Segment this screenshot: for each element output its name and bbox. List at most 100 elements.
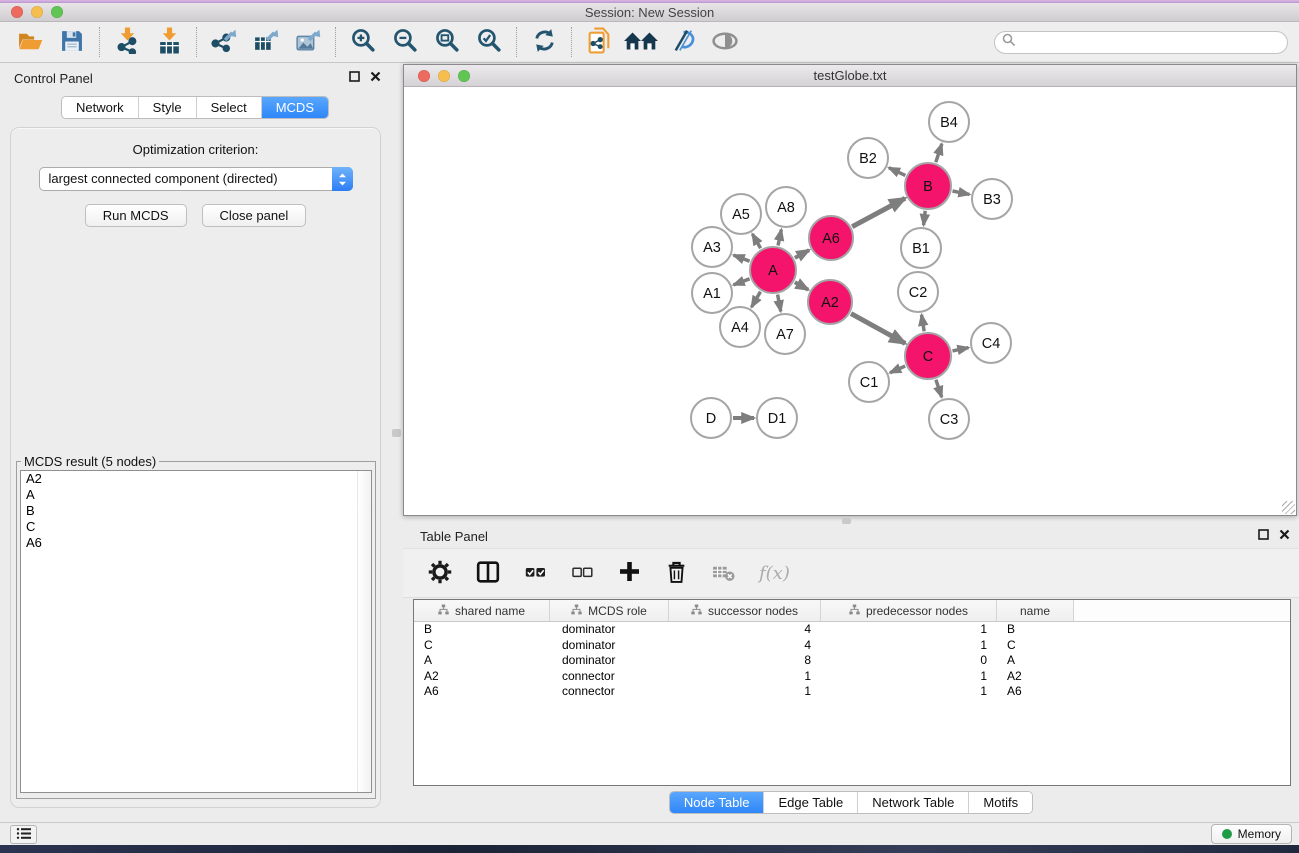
node-C3[interactable]: C3 bbox=[929, 399, 969, 439]
node-A8[interactable]: A8 bbox=[766, 187, 806, 227]
node-B3[interactable]: B3 bbox=[972, 179, 1012, 219]
vertical-splitter-handle[interactable] bbox=[392, 429, 401, 437]
tab-motifs[interactable]: Motifs bbox=[968, 792, 1032, 813]
resize-grip[interactable] bbox=[1282, 501, 1295, 514]
table-cell[interactable]: A6 bbox=[414, 684, 550, 700]
table-cell[interactable]: 0 bbox=[821, 653, 997, 669]
close-panel-button[interactable] bbox=[369, 71, 382, 84]
node-A3[interactable]: A3 bbox=[692, 227, 732, 267]
node-A1[interactable]: A1 bbox=[692, 273, 732, 313]
import-network-button[interactable] bbox=[111, 25, 143, 59]
table-row[interactable]: Adominator80A bbox=[414, 653, 1290, 669]
mcds-result-item[interactable]: C bbox=[21, 519, 371, 535]
edge-A-A4[interactable] bbox=[752, 292, 761, 307]
node-A[interactable]: A bbox=[750, 247, 796, 293]
trash-button[interactable] bbox=[665, 560, 688, 587]
edge-C-C1[interactable] bbox=[890, 366, 905, 373]
close-panel-action-button[interactable]: Close panel bbox=[202, 204, 307, 227]
edge-A-A3[interactable] bbox=[734, 255, 750, 261]
node-A4[interactable]: A4 bbox=[720, 307, 760, 347]
table-row[interactable]: Bdominator41B bbox=[414, 622, 1290, 638]
table-cell[interactable]: A2 bbox=[997, 669, 1074, 685]
table-cell[interactable]: 1 bbox=[821, 684, 997, 700]
eye-button[interactable] bbox=[709, 25, 741, 59]
column-header-shared-name[interactable]: shared name bbox=[414, 600, 550, 621]
edge-A-A2[interactable] bbox=[795, 282, 808, 290]
table-cell[interactable]: A6 bbox=[997, 684, 1074, 700]
edge-C-C3[interactable] bbox=[936, 380, 942, 397]
float-panel-button[interactable] bbox=[348, 71, 361, 84]
edge-A2-C[interactable] bbox=[851, 314, 905, 344]
gear-button[interactable] bbox=[428, 560, 452, 587]
search-field[interactable] bbox=[994, 31, 1288, 54]
edge-A-A8[interactable] bbox=[778, 230, 781, 246]
column-header-name[interactable]: name bbox=[997, 600, 1074, 621]
table-cell[interactable]: dominator bbox=[550, 622, 669, 638]
table-cell[interactable]: 1 bbox=[821, 622, 997, 638]
edge-B-B2[interactable] bbox=[889, 168, 906, 176]
table-close-button[interactable] bbox=[1278, 529, 1291, 542]
node-C[interactable]: C bbox=[905, 333, 951, 379]
node-D1[interactable]: D1 bbox=[757, 398, 797, 438]
table-cell[interactable]: dominator bbox=[550, 638, 669, 654]
node-A6[interactable]: A6 bbox=[809, 216, 853, 260]
edge-C-C4[interactable] bbox=[952, 348, 968, 351]
export-table-button[interactable] bbox=[250, 25, 282, 59]
table-cell[interactable]: 1 bbox=[669, 684, 821, 700]
open-folder-button[interactable] bbox=[14, 25, 46, 59]
checked-boxes-button[interactable] bbox=[524, 561, 547, 586]
tab-network[interactable]: Network bbox=[62, 97, 138, 118]
edge-C-C2[interactable] bbox=[922, 315, 925, 332]
export-image-button[interactable] bbox=[292, 25, 324, 59]
mcds-result-list[interactable]: A2ABCA6 bbox=[20, 470, 372, 793]
node-B2[interactable]: B2 bbox=[848, 138, 888, 178]
network-graph[interactable]: B4B2BB3B1A5A8A6A3AA1C2A2A4A7CC4C1C3DD1 bbox=[404, 87, 1296, 515]
node-B4[interactable]: B4 bbox=[929, 102, 969, 142]
table-cell[interactable]: 4 bbox=[669, 622, 821, 638]
table-cell[interactable]: 4 bbox=[669, 638, 821, 654]
search-input[interactable] bbox=[1020, 33, 1287, 52]
network-canvas[interactable]: B4B2BB3B1A5A8A6A3AA1C2A2A4A7CC4C1C3DD1 bbox=[404, 87, 1296, 515]
edge-A-A1[interactable] bbox=[734, 279, 750, 285]
edge-A6-B[interactable] bbox=[852, 198, 905, 226]
column-header-predecessor-nodes[interactable]: predecessor nodes bbox=[821, 600, 997, 621]
run-mcds-button[interactable]: Run MCDS bbox=[85, 204, 187, 227]
table-row[interactable]: A6connector11A6 bbox=[414, 684, 1290, 700]
mcds-result-item[interactable]: A2 bbox=[21, 471, 371, 487]
table-cell[interactable]: dominator bbox=[550, 653, 669, 669]
table-cell[interactable]: A bbox=[997, 653, 1074, 669]
plus-button[interactable] bbox=[618, 560, 641, 586]
edge-A-A5[interactable] bbox=[752, 234, 760, 248]
zoom-selected-button[interactable] bbox=[473, 25, 505, 59]
table-cell[interactable]: C bbox=[414, 638, 550, 654]
table-cell[interactable]: A bbox=[414, 653, 550, 669]
tab-mcds[interactable]: MCDS bbox=[261, 97, 328, 118]
edge-B-B3[interactable] bbox=[952, 191, 969, 194]
unchecked-boxes-button[interactable] bbox=[571, 561, 594, 586]
import-table-button[interactable] bbox=[153, 25, 185, 59]
save-button[interactable] bbox=[56, 25, 88, 59]
table-float-button[interactable] bbox=[1257, 529, 1270, 542]
node-table[interactable]: shared nameMCDS rolesuccessor nodesprede… bbox=[413, 599, 1291, 786]
mcds-result-item[interactable]: A bbox=[21, 487, 371, 503]
table-cell[interactable]: connector bbox=[550, 669, 669, 685]
node-B[interactable]: B bbox=[905, 163, 951, 209]
table-row[interactable]: Cdominator41C bbox=[414, 638, 1290, 654]
node-B1[interactable]: B1 bbox=[901, 228, 941, 268]
tab-style[interactable]: Style bbox=[138, 97, 196, 118]
table-cell[interactable]: A2 bbox=[414, 669, 550, 685]
home-button[interactable] bbox=[625, 25, 657, 59]
tab-network-table[interactable]: Network Table bbox=[857, 792, 968, 813]
export-network-button[interactable] bbox=[208, 25, 240, 59]
mcds-result-item[interactable]: B bbox=[21, 503, 371, 519]
zoom-fit-button[interactable] bbox=[431, 25, 463, 59]
table-cell[interactable]: connector bbox=[550, 684, 669, 700]
node-C2[interactable]: C2 bbox=[898, 272, 938, 312]
edge-A-A6[interactable] bbox=[795, 250, 809, 258]
columns-button[interactable] bbox=[476, 560, 500, 587]
tab-edge-table[interactable]: Edge Table bbox=[763, 792, 857, 813]
table-cell[interactable]: C bbox=[997, 638, 1074, 654]
refresh-button[interactable] bbox=[528, 25, 560, 59]
node-C1[interactable]: C1 bbox=[849, 362, 889, 402]
edge-A-A7[interactable] bbox=[778, 295, 781, 312]
